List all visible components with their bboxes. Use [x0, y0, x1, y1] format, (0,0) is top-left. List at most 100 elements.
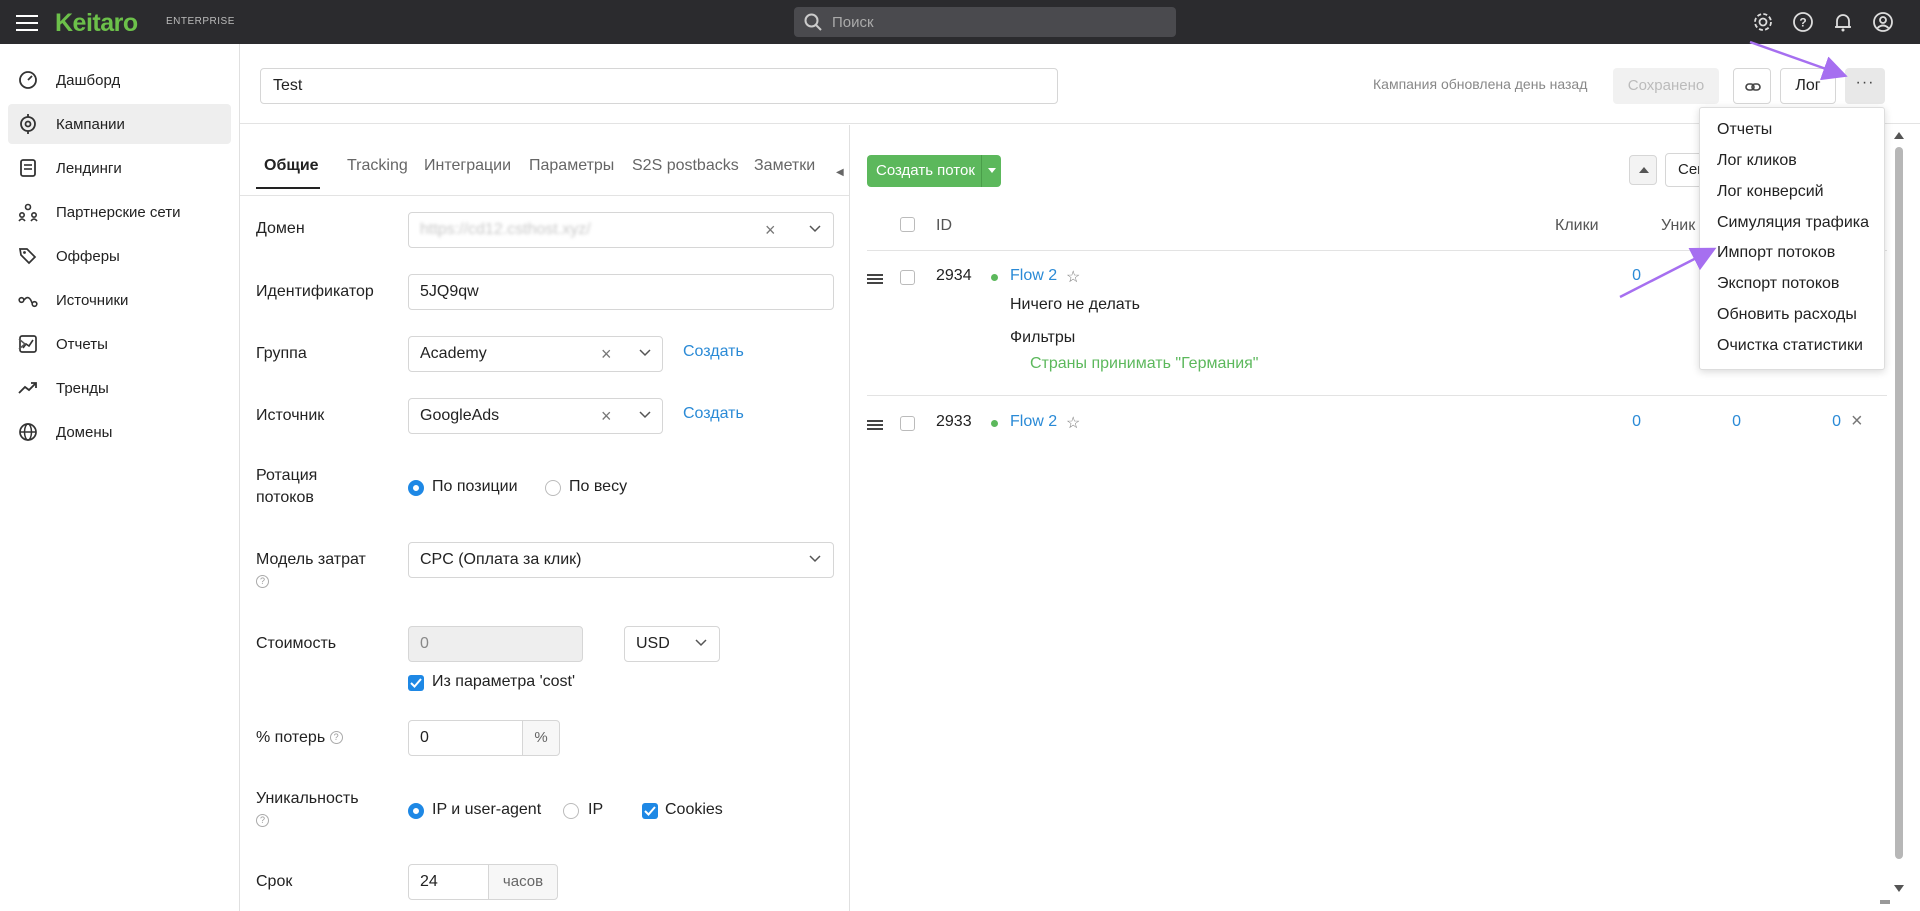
- menu-item-clear-stats[interactable]: Очистка статистики: [1717, 337, 1863, 355]
- tab-s2s-postbacks[interactable]: S2S postbacks: [632, 157, 739, 175]
- dashboard-icon: [19, 71, 37, 89]
- column-header-id[interactable]: ID: [936, 217, 952, 235]
- bell-icon[interactable]: [1832, 11, 1854, 33]
- users-network-icon: [18, 203, 38, 222]
- updated-status: Кампания обновлена день назад: [1373, 76, 1588, 92]
- clear-icon[interactable]: ×: [601, 337, 612, 371]
- menu-item-import-flows[interactable]: Импорт потоков: [1717, 244, 1835, 262]
- flow-clicks[interactable]: 0: [1601, 413, 1641, 431]
- menu-item-reports[interactable]: Отчеты: [1717, 121, 1772, 139]
- group-select[interactable]: Academy ×: [408, 336, 663, 372]
- uniq-cookies-checkbox[interactable]: [642, 803, 658, 819]
- currency-select[interactable]: USD: [624, 626, 720, 662]
- sidebar-item-domains[interactable]: Домены: [8, 412, 231, 452]
- menu-item-click-log[interactable]: Лог кликов: [1717, 152, 1797, 170]
- remove-flow-icon[interactable]: ×: [1851, 410, 1863, 433]
- scroll-down-arrow-icon[interactable]: [1894, 885, 1904, 892]
- create-flow-button[interactable]: Создать поток: [867, 155, 1001, 187]
- source-label: Источник: [256, 407, 325, 424]
- cost-input[interactable]: 0: [408, 626, 583, 662]
- save-button[interactable]: Сохранено: [1613, 68, 1719, 104]
- scroll-up-arrow-icon[interactable]: [1894, 132, 1904, 139]
- search-input[interactable]: [832, 7, 1162, 37]
- filter-rule[interactable]: Страны принимать "Германия": [1030, 355, 1258, 373]
- more-actions-button[interactable]: ···: [1845, 68, 1885, 104]
- collapse-button[interactable]: [1629, 155, 1657, 185]
- sidebar-item-campaigns[interactable]: Кампании: [8, 104, 231, 144]
- copy-link-button[interactable]: [1733, 68, 1771, 104]
- sidebar-item-landings[interactable]: Лендинги: [8, 148, 231, 188]
- drag-handle-icon[interactable]: [867, 420, 883, 432]
- column-header-clicks[interactable]: Клики: [1555, 217, 1599, 235]
- chevron-down-icon[interactable]: [639, 349, 651, 357]
- tabs-scroll-left-icon[interactable]: ◀: [836, 167, 844, 178]
- help-icon[interactable]: ?: [329, 731, 343, 745]
- column-header-unique[interactable]: Уник: [1661, 217, 1695, 235]
- chevron-down-icon[interactable]: [695, 639, 707, 647]
- tab-notes[interactable]: Заметки: [754, 157, 815, 175]
- drag-handle-icon[interactable]: [867, 274, 883, 286]
- user-account-icon[interactable]: [1872, 11, 1894, 33]
- sidebar-item-offers[interactable]: Офферы: [8, 236, 231, 276]
- source-select[interactable]: GoogleAds ×: [408, 398, 663, 434]
- help-icon[interactable]: ?: [256, 575, 269, 589]
- loss-suffix: %: [522, 720, 560, 756]
- uniq-ip-radio[interactable]: [563, 803, 579, 819]
- create-flow-dropdown-toggle[interactable]: [981, 155, 1001, 187]
- domain-select[interactable]: https://cd12.csthost.xyz/ ×: [408, 212, 834, 248]
- global-search[interactable]: [794, 7, 1176, 37]
- uniq-ip-ua-radio[interactable]: [408, 803, 424, 819]
- favorite-star-icon[interactable]: ☆: [1066, 267, 1080, 287]
- clear-icon[interactable]: ×: [765, 213, 776, 247]
- tab-parameters[interactable]: Параметры: [529, 157, 614, 175]
- sidebar-item-dashboard[interactable]: Дашборд: [8, 60, 231, 100]
- menu-item-traffic-simulation[interactable]: Симуляция трафика: [1717, 214, 1869, 232]
- row-checkbox[interactable]: [900, 270, 915, 285]
- tab-integrations[interactable]: Интеграции: [424, 157, 511, 175]
- scrollbar-thumb[interactable]: [1895, 147, 1903, 859]
- row-checkbox[interactable]: [900, 416, 915, 431]
- flow-unique[interactable]: 0: [1701, 413, 1741, 431]
- clear-icon[interactable]: ×: [601, 399, 612, 433]
- identifier-input[interactable]: 5JQ9qw: [408, 274, 834, 310]
- flow-name-link[interactable]: Flow 2: [1010, 413, 1057, 431]
- uniq-cookies-label: Cookies: [665, 801, 723, 818]
- sidebar-item-label: Источники: [56, 292, 129, 309]
- menu-hamburger-icon[interactable]: [16, 12, 38, 32]
- settings-gear-icon[interactable]: [1752, 11, 1774, 33]
- campaign-name-input[interactable]: [260, 68, 1058, 104]
- loss-input[interactable]: 0: [408, 720, 523, 756]
- menu-item-export-flows[interactable]: Экспорт потоков: [1717, 275, 1839, 293]
- rotation-weight-radio[interactable]: [545, 480, 561, 496]
- flow-name-link[interactable]: Flow 2: [1010, 267, 1057, 285]
- flow-clicks[interactable]: 0: [1601, 267, 1641, 285]
- favorite-star-icon[interactable]: ☆: [1066, 413, 1080, 433]
- help-icon[interactable]: ?: [1792, 11, 1814, 33]
- sidebar-item-reports[interactable]: Отчеты: [8, 324, 231, 364]
- flow-conversions[interactable]: 0: [1801, 413, 1841, 431]
- cost-model-select[interactable]: CPC (Оплата за клик): [408, 542, 834, 578]
- select-all-checkbox[interactable]: [900, 217, 915, 232]
- menu-item-conversion-log[interactable]: Лог конверсий: [1717, 183, 1824, 201]
- tab-general[interactable]: Общие: [264, 157, 319, 175]
- chevron-down-icon[interactable]: [809, 555, 821, 563]
- rotation-weight-label: По весу: [569, 478, 628, 495]
- app-logo[interactable]: Keitaro: [55, 9, 138, 38]
- chevron-down-icon[interactable]: [809, 225, 821, 233]
- tab-tracking[interactable]: Tracking: [347, 157, 408, 175]
- sidebar-item-sources[interactable]: Источники: [8, 280, 231, 320]
- sidebar-item-trends[interactable]: Тренды: [8, 368, 231, 408]
- sidebar-item-affiliate-networks[interactable]: Партнерские сети: [8, 192, 231, 232]
- term-input[interactable]: 24: [408, 864, 489, 900]
- vertical-scrollbar[interactable]: [1891, 125, 1911, 911]
- log-button[interactable]: Лог: [1780, 68, 1836, 104]
- rotation-label: Ротация потоков: [256, 467, 318, 506]
- menu-item-update-costs[interactable]: Обновить расходы: [1717, 306, 1857, 324]
- rotation-position-radio[interactable]: [408, 480, 424, 496]
- create-source-link[interactable]: Создать: [683, 405, 744, 423]
- cost-param-checkbox[interactable]: [408, 675, 424, 691]
- chevron-down-icon[interactable]: [639, 411, 651, 419]
- help-icon[interactable]: ?: [256, 814, 269, 828]
- sidebar-item-label: Лендинги: [56, 160, 122, 177]
- create-group-link[interactable]: Создать: [683, 343, 744, 361]
